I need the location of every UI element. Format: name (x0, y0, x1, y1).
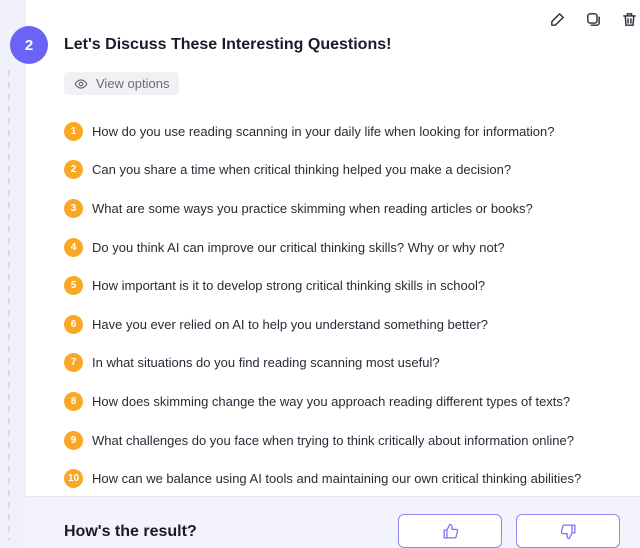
question-item: 5 How important is it to develop strong c… (64, 266, 640, 305)
question-item: 10 How can we balance using AI tools and … (64, 459, 640, 498)
trash-icon (622, 12, 636, 26)
question-text: How can we balance using AI tools and ma… (92, 471, 582, 487)
feedback-label: How's the result? (64, 523, 197, 540)
question-text: Do you think AI can improve our critical… (92, 239, 505, 255)
question-text: What are some ways you practice skimming… (92, 200, 533, 216)
question-number: 7 (64, 353, 83, 373)
thumbs-down-icon (560, 523, 576, 539)
step-number: 2 (24, 36, 34, 54)
copy-icon (586, 12, 600, 26)
card-toolbar (546, 8, 640, 30)
question-number: 2 (64, 160, 83, 180)
question-item: 8 How does skimming change the way you ap… (64, 382, 640, 421)
question-number: 8 (64, 391, 83, 411)
delete-button[interactable] (618, 8, 640, 30)
question-number: 6 (64, 314, 83, 334)
question-text: How do you use reading scanning in your … (92, 123, 555, 139)
question-number: 5 (64, 276, 83, 296)
question-item: 1 How do you use reading scanning in your… (64, 112, 640, 151)
section-title: Let's Discuss These Interesting Question… (64, 36, 392, 53)
question-item: 9 What challenges do you face when trying… (64, 421, 640, 460)
question-text: What challenges do you face when trying … (92, 432, 574, 448)
rail-dotted-line (8, 70, 10, 540)
edit-button[interactable] (546, 8, 568, 30)
question-item: 7 In what situations do you find reading … (64, 344, 640, 383)
question-item: 3 What are some ways you practice skimmin… (64, 189, 640, 228)
pencil-icon (550, 12, 564, 26)
question-text: How important is it to develop strong cr… (92, 278, 486, 294)
thumbs-up-icon (442, 523, 458, 539)
question-number: 9 (64, 430, 83, 450)
step-number-badge: 2 (10, 26, 48, 64)
question-item: 4 Do you think AI can improve our critica… (64, 228, 640, 267)
view-options-label: View options (96, 76, 170, 91)
question-number: 1 (64, 121, 83, 141)
eye-icon (74, 78, 88, 89)
question-text: In what situations do you find reading s… (92, 355, 440, 371)
question-text: Can you share a time when critical think… (92, 162, 512, 178)
left-rail (0, 0, 26, 548)
question-item: 6 Have you ever relied on AI to help you … (64, 305, 640, 344)
question-list: 1 How do you use reading scanning in your… (64, 112, 640, 498)
copy-button[interactable] (582, 8, 604, 30)
question-number: 3 (64, 198, 83, 218)
question-text: Have you ever relied on AI to help you u… (92, 316, 489, 332)
thumbs-up-button[interactable] (398, 514, 502, 548)
question-item: 2 Can you share a time when critical thin… (64, 151, 640, 190)
question-text: How does skimming change the way you app… (92, 393, 571, 409)
question-number: 10 (64, 469, 83, 489)
thumbs-down-button[interactable] (516, 514, 620, 548)
view-options-button[interactable]: View options (64, 72, 180, 95)
question-number: 4 (64, 237, 83, 257)
feedback-bar: How's the result? (26, 496, 640, 548)
